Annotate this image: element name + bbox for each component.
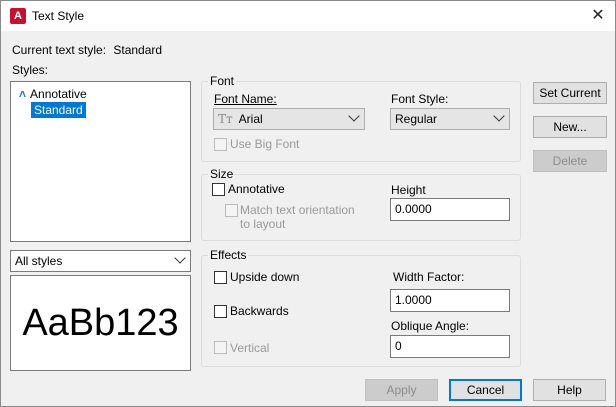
upside-down-label: Upside down — [230, 270, 300, 284]
oblique-angle-label: Oblique Angle: — [391, 319, 470, 333]
style-item-label: Annotative — [30, 87, 87, 101]
current-style-label: Current text style: Standard — [12, 43, 163, 57]
use-big-font-label: Use Big Font — [230, 137, 300, 151]
help-button[interactable]: Help — [533, 379, 606, 401]
text-preview: AaBb123 — [10, 275, 191, 371]
new-button[interactable]: New... — [533, 116, 607, 138]
height-label: Height — [391, 183, 426, 197]
styles-filter-dropdown[interactable]: All styles — [10, 250, 191, 272]
backwards-checkbox[interactable] — [214, 305, 227, 318]
window-title: Text Style — [32, 9, 85, 23]
list-item[interactable]: Standard — [31, 102, 86, 118]
oblique-angle-input[interactable]: 0 — [390, 335, 510, 358]
close-icon[interactable]: ✕ — [587, 5, 609, 27]
styles-list[interactable]: ˄ Annotative Standard — [10, 81, 191, 242]
vertical-checkbox[interactable] — [214, 341, 227, 354]
width-factor-label: Width Factor: — [393, 270, 465, 284]
preview-text: AaBb123 — [22, 302, 179, 344]
backwards-label: Backwards — [230, 304, 289, 318]
title-bar: A Text Style ✕ — [1, 1, 615, 31]
apply-button[interactable]: Apply — [365, 379, 438, 401]
effects-group-title: Effects — [208, 248, 249, 262]
width-factor-input[interactable]: 1.0000 — [390, 289, 510, 312]
cancel-button[interactable]: Cancel — [449, 379, 522, 401]
autocad-app-icon: A — [10, 8, 26, 24]
list-item[interactable]: ˄ Annotative — [19, 86, 87, 102]
vertical-label: Vertical — [230, 341, 270, 355]
upside-down-checkbox[interactable] — [214, 271, 227, 284]
font-name-label: Font Name: — [214, 92, 277, 106]
set-current-button[interactable]: Set Current — [533, 82, 607, 104]
match-orientation-checkbox[interactable] — [225, 204, 238, 217]
chevron-down-icon — [174, 252, 186, 264]
height-input[interactable]: 0.0000 — [390, 198, 510, 221]
font-group-title: Font — [208, 74, 237, 88]
use-big-font-checkbox[interactable] — [214, 138, 227, 151]
text-style-dialog: A Text Style ✕ Current text style: Stand… — [0, 0, 616, 407]
font-style-dropdown[interactable]: Regular — [390, 108, 510, 130]
styles-label: Styles: — [12, 63, 49, 77]
size-group-title: Size — [208, 167, 236, 181]
annotative-icon: ˄ — [19, 87, 27, 101]
font-name-dropdown[interactable]: Tᴛ Arial — [213, 108, 365, 130]
annotative-checkbox[interactable] — [212, 183, 225, 196]
delete-button[interactable]: Delete — [533, 150, 607, 172]
match-orientation-label: Match text orientation to layout — [240, 203, 355, 231]
truetype-font-icon: Tᴛ — [218, 112, 233, 126]
chevron-down-icon — [493, 110, 505, 122]
chevron-down-icon — [348, 110, 360, 122]
annotative-label: Annotative — [228, 182, 285, 196]
current-style-value: Standard — [113, 43, 163, 57]
font-style-label: Font Style: — [391, 92, 449, 106]
style-item-label: Standard — [31, 102, 86, 118]
